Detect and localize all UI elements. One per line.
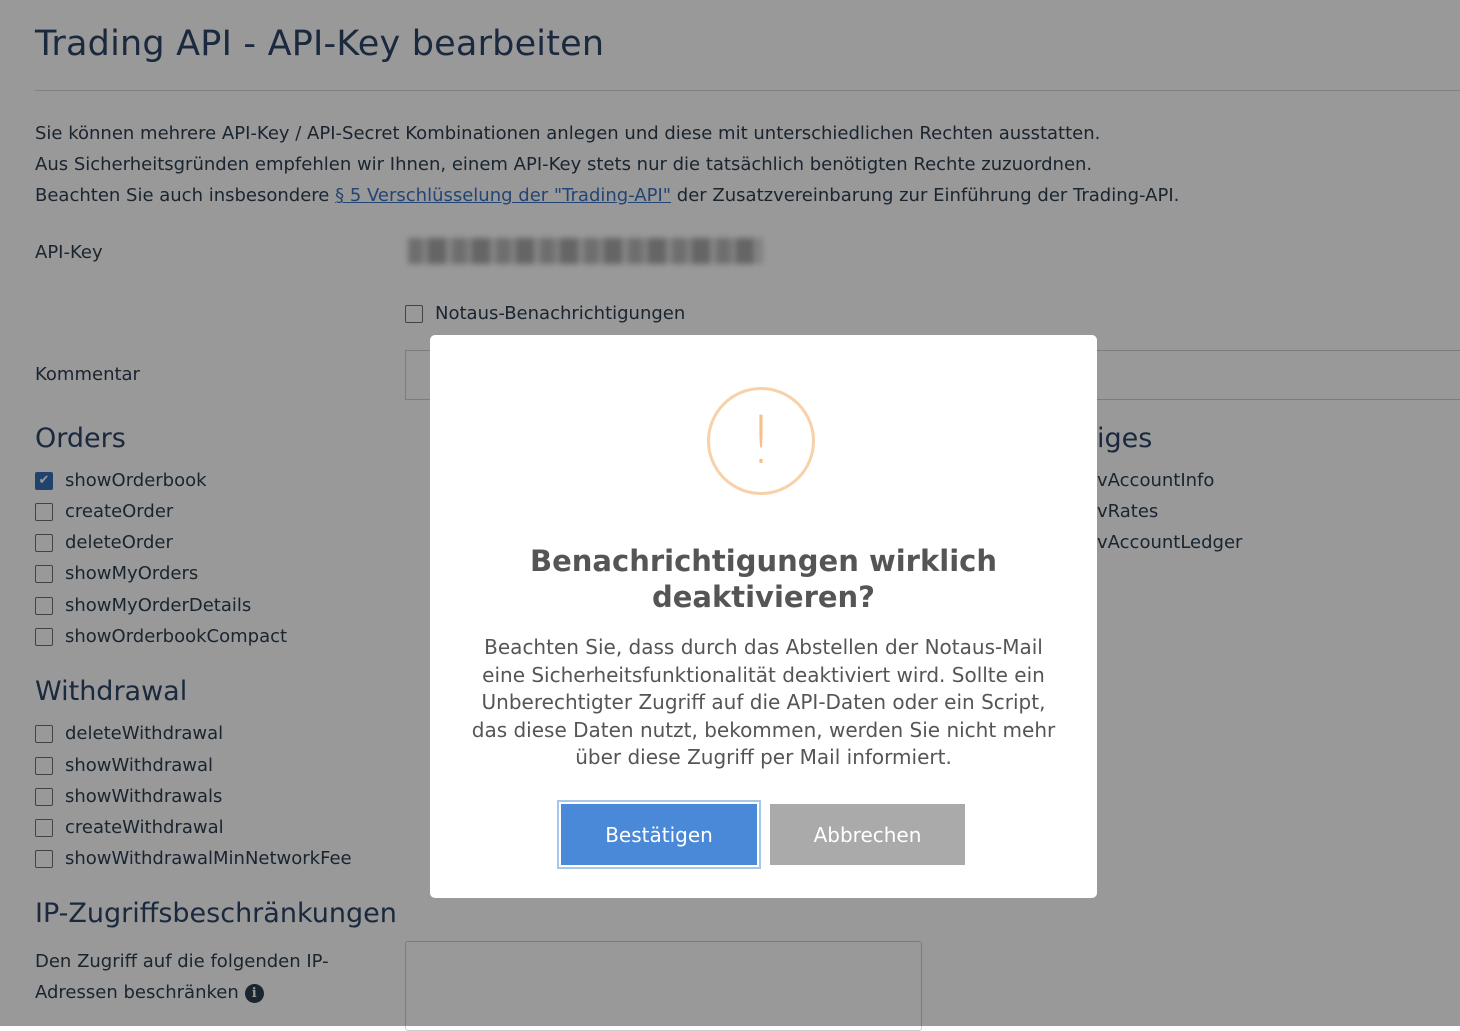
cancel-button[interactable]: Abbrechen [770, 804, 965, 865]
dialog-message-line-2: eine Sicherheitsfunktionalität deaktivie… [482, 662, 1045, 687]
dialog-message: Beachten Sie, dass durch das Abstellen d… [452, 634, 1075, 772]
confirm-dialog: ! Benachrichtigungen wirklich deaktivier… [430, 335, 1097, 898]
dialog-message-line-4: das diese Daten nutzt, bekommen, werden … [471, 717, 1056, 742]
warning-icon: ! [707, 387, 815, 495]
dialog-title: Benachrichtigungen wirklich deaktivieren… [470, 543, 1057, 615]
dialog-title-line-2: deaktivieren? [651, 580, 876, 614]
dialog-message-line-3: Unberechtigter Zugriff auf die API-Daten… [481, 690, 1046, 714]
dialog-message-line-5: über diese Zugriff per Mail informiert. [575, 745, 952, 769]
dialog-title-line-1: Benachrichtigungen wirklich [530, 544, 997, 578]
confirm-button[interactable]: Bestätigen [561, 804, 757, 865]
dialog-message-line-1: Beachten Sie, dass durch das Abstellen d… [484, 635, 1043, 659]
